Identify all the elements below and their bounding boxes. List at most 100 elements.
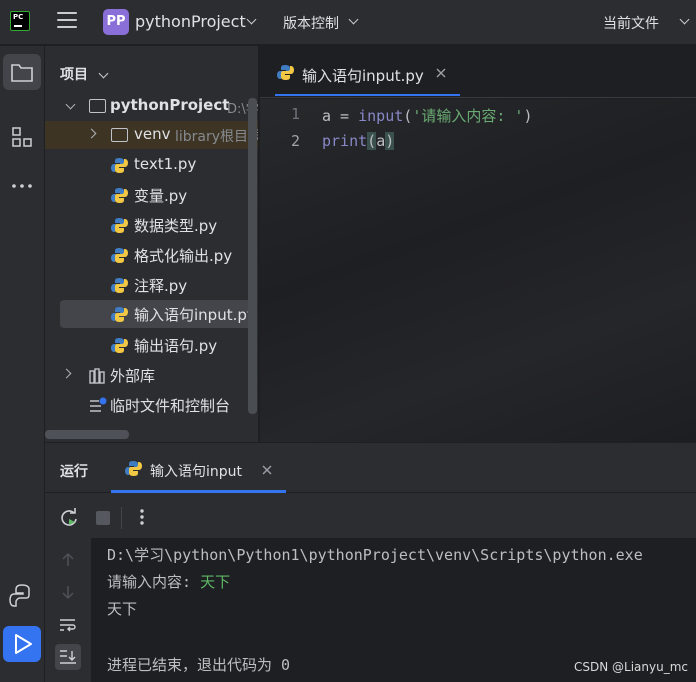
- python-packages-button[interactable]: [3, 577, 41, 613]
- project-scrollbar[interactable]: [248, 98, 257, 414]
- project-badge[interactable]: PP: [103, 9, 129, 35]
- code-line-2[interactable]: print(a): [322, 132, 395, 150]
- tree-root[interactable]: pythonProject D:\学: [45, 92, 258, 120]
- console-user-input: 天下: [200, 573, 231, 591]
- run-config-dropdown[interactable]: 当前文件: [603, 13, 659, 33]
- project-name-dropdown[interactable]: pythonProject: [135, 12, 246, 31]
- vcs-dropdown[interactable]: 版本控制: [283, 13, 339, 33]
- console-prompt: 请输入内容:: [107, 573, 201, 591]
- toolbar-divider: [121, 507, 122, 529]
- tree-item-venv[interactable]: venv library根目录: [45, 121, 259, 149]
- code-token: a: [322, 107, 332, 125]
- code-line-1[interactable]: a = input('请输入内容: '): [322, 105, 532, 126]
- code-token: ): [385, 132, 395, 150]
- project-panel-title[interactable]: 项目: [60, 64, 88, 84]
- editor-tab-label: 输入语句input.py: [302, 67, 424, 85]
- tree-item-file[interactable]: 数据类型.py: [45, 211, 258, 239]
- code-token: =: [331, 107, 359, 125]
- python-file-icon: [111, 248, 128, 263]
- tree-item-external-libraries[interactable]: 外部库: [45, 361, 258, 389]
- code-token: input: [358, 107, 404, 125]
- tree-item-file[interactable]: 输出语句.py: [45, 331, 258, 359]
- venv-label: venv: [134, 125, 171, 143]
- chevron-down-icon[interactable]: [98, 68, 109, 79]
- python-file-icon: [111, 278, 128, 293]
- python-file-icon: [111, 338, 128, 353]
- python-file-icon: [111, 188, 128, 203]
- console-exit-line: 进程已结束，退出代码为 0: [107, 656, 291, 674]
- python-file-icon: [111, 307, 128, 322]
- close-icon[interactable]: [435, 67, 447, 79]
- close-icon[interactable]: [261, 464, 273, 476]
- run-tab-active[interactable]: 输入语句input: [111, 449, 286, 493]
- tree-item-file[interactable]: text1.py: [45, 151, 258, 179]
- console-command-line: D:\学习\python\Python1\pythonProject\venv\…: [107, 546, 643, 564]
- pycharm-logo: PC: [10, 11, 30, 31]
- scroll-to-end-icon: [60, 650, 76, 664]
- up-arrow-icon[interactable]: [61, 552, 75, 568]
- structure-tool-button[interactable]: [3, 119, 41, 155]
- editor-tab-active[interactable]: 输入语句input.py: [275, 58, 460, 96]
- code-editor[interactable]: 1 2 a = input('请输入内容: ') print(a): [260, 99, 696, 442]
- code-token: (: [403, 107, 413, 125]
- more-options-icon[interactable]: [136, 507, 148, 527]
- root-folder-label: pythonProject: [110, 96, 230, 114]
- file-label: text1.py: [134, 155, 197, 173]
- console-output-line: 天下: [107, 600, 138, 618]
- more-tools-button[interactable]: [3, 168, 41, 204]
- tree-item-file-selected[interactable]: 输入语句input.py: [60, 300, 256, 328]
- project-tool-button[interactable]: [3, 54, 41, 90]
- python-file-icon: [277, 65, 294, 80]
- more-icon: [12, 184, 32, 188]
- file-label: 变量.py: [134, 187, 188, 205]
- file-label: 输出语句.py: [134, 337, 218, 355]
- soft-wrap-icon[interactable]: [59, 617, 77, 633]
- chevron-down-icon[interactable]: [246, 14, 257, 25]
- file-label: 格式化输出.py: [134, 247, 233, 265]
- folder-icon: [89, 99, 106, 113]
- venv-hint: library根目录: [175, 129, 259, 145]
- console-input-line: 请输入内容: 天下: [107, 571, 230, 592]
- watermark: CSDN @Lianyu_mc: [574, 660, 688, 674]
- scratches-label: 临时文件和控制台: [110, 397, 231, 415]
- run-tab-label: 输入语句input: [150, 464, 243, 480]
- collapse-arrow-icon[interactable]: [86, 128, 97, 139]
- run-toolbar: [45, 494, 696, 540]
- code-token: print: [322, 132, 368, 150]
- title-bar: PC PP pythonProject 版本控制 当前文件: [0, 0, 696, 45]
- project-horizontal-scrollbar[interactable]: [45, 430, 129, 439]
- structure-icon: [12, 127, 32, 147]
- folder-icon: [111, 128, 128, 142]
- rerun-icon[interactable]: [59, 507, 79, 527]
- folder-icon: [11, 64, 33, 82]
- file-label: 注释.py: [134, 277, 188, 295]
- code-token: (: [367, 132, 377, 150]
- python-file-icon: [125, 461, 142, 476]
- collapse-arrow-icon[interactable]: [61, 368, 72, 379]
- tree-item-file[interactable]: 格式化输出.py: [45, 241, 258, 269]
- python-file-icon: [111, 218, 128, 233]
- tree-item-file[interactable]: 注释.py: [45, 271, 258, 299]
- main-menu-icon[interactable]: [57, 12, 77, 30]
- tree-item-file[interactable]: 变量.py: [45, 181, 258, 209]
- code-token: '请输入内容: ': [412, 107, 524, 125]
- chevron-down-icon[interactable]: [348, 14, 359, 25]
- chevron-down-icon[interactable]: [679, 14, 690, 25]
- scroll-to-end-button[interactable]: [55, 644, 81, 670]
- run-tool-button[interactable]: [3, 626, 41, 662]
- down-arrow-icon[interactable]: [61, 584, 75, 600]
- run-icon: [15, 634, 32, 654]
- run-panel-header: 运行 输入语句input: [45, 443, 696, 493]
- code-token: a: [376, 132, 386, 150]
- project-panel: 项目 pythonProject D:\学 venv library根目录 te…: [45, 46, 259, 442]
- code-token: ): [523, 107, 533, 125]
- tool-window-strip: [0, 46, 45, 682]
- expand-arrow-icon[interactable]: [65, 99, 76, 110]
- line-number: 1: [290, 105, 300, 123]
- tree-item-scratches[interactable]: 临时文件和控制台: [45, 391, 258, 419]
- external-libs-label: 外部库: [110, 367, 156, 385]
- python-file-icon: [111, 158, 128, 173]
- line-number: 2: [290, 132, 300, 150]
- stop-icon[interactable]: [96, 511, 110, 525]
- editor-tab-bar: 输入语句input.py: [260, 46, 696, 98]
